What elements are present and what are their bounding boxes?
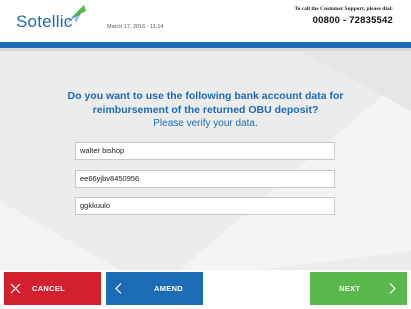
amend-button[interactable]: AMEND xyxy=(106,272,203,305)
cancel-button-label: CANCEL xyxy=(32,284,66,293)
question-line-1: Do you want to use the following bank ac… xyxy=(67,90,344,102)
customer-support: To call the Customer Support, please dia… xyxy=(294,6,393,26)
chevron-right-icon xyxy=(389,283,396,294)
footer-action-bar: CANCEL AMEND NEXT xyxy=(0,270,411,309)
next-button[interactable]: NEXT xyxy=(310,272,407,305)
bic-field[interactable]: ggkkuulo xyxy=(75,197,335,215)
confirmation-question: Do you want to use the following bank ac… xyxy=(0,89,411,131)
background-decoration xyxy=(0,51,411,270)
support-label: To call the Customer Support, please dia… xyxy=(294,6,393,12)
account-holder-field[interactable]: walter bishop xyxy=(75,142,335,160)
sotellic-logo-icon xyxy=(66,5,86,25)
datetime-label: March 17, 2016 - 11:14 xyxy=(107,24,164,30)
verify-instruction: Please verify your data. xyxy=(153,118,258,129)
header: Sotellic March 17, 2016 - 11:14 To call … xyxy=(0,0,411,42)
main-content: Do you want to use the following bank ac… xyxy=(0,51,411,270)
question-line-2: reimbursement of the returned OBU deposi… xyxy=(92,104,319,116)
amend-button-label: AMEND xyxy=(154,284,183,293)
brand-logo: Sotellic xyxy=(16,5,86,32)
support-phone-number: 00800 - 72835542 xyxy=(312,15,393,26)
cancel-button[interactable]: CANCEL xyxy=(4,272,101,305)
iban-field[interactable]: ee66yjbv8450956 xyxy=(75,170,335,188)
